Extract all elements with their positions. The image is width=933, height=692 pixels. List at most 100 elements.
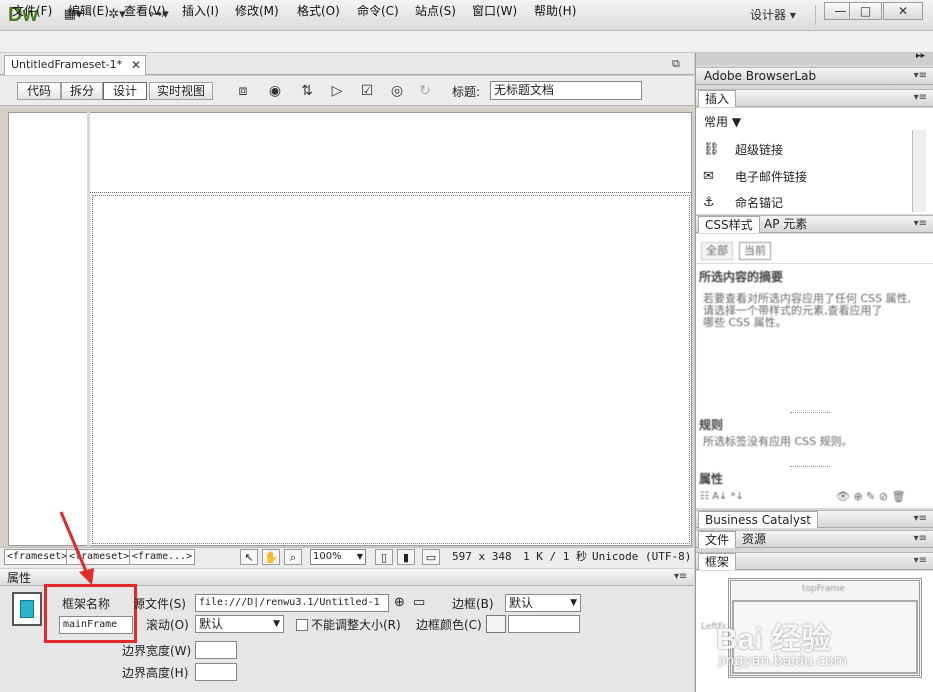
- document-tab-label: UntitledFrameset-1*: [11, 58, 123, 71]
- menu-site[interactable]: 站点(S): [415, 3, 456, 19]
- insert-scrollbar[interactable]: [912, 130, 926, 212]
- hand-icon[interactable]: ✋: [262, 549, 280, 565]
- border-color-label: 边框颜色(C): [416, 618, 482, 632]
- check-browser-icon[interactable]: ☑: [354, 81, 380, 101]
- panel-menu-icon[interactable]: ▾≡: [674, 571, 687, 582]
- tag-selector-frame[interactable]: <frame...>: [129, 549, 196, 565]
- category-view-icon[interactable]: ☷ A↓ *↓: [700, 490, 744, 504]
- border-color-input[interactable]: [508, 615, 580, 633]
- mobile-size-icon[interactable]: ▯: [375, 549, 393, 565]
- panel-menu-icon[interactable]: ▾≡: [914, 70, 927, 81]
- assets-tab[interactable]: 资源: [736, 531, 772, 548]
- frame-icon: [12, 592, 42, 626]
- document-tab[interactable]: UntitledFrameset-1* ✕: [4, 55, 146, 75]
- margin-height-input[interactable]: [195, 663, 237, 681]
- hyperlink-icon: ⛓: [703, 142, 720, 157]
- menu-format[interactable]: 格式(O): [297, 3, 340, 19]
- tablet-size-icon[interactable]: ▮: [397, 549, 415, 565]
- close-icon[interactable]: ✕: [131, 56, 141, 74]
- title-input[interactable]: 无标题文档: [490, 81, 642, 100]
- css-header: CSS样式 AP 元素 ▾≡: [696, 215, 933, 233]
- menu-edit[interactable]: 编辑(E): [68, 3, 109, 19]
- folder-icon[interactable]: ▭: [413, 595, 425, 610]
- src-label: 源文件(S): [133, 597, 186, 611]
- margin-width-input[interactable]: [195, 641, 237, 659]
- css-styles-tab[interactable]: CSS样式: [698, 216, 760, 233]
- visual-aids-icon[interactable]: ◎: [384, 81, 410, 101]
- files-header: 文件 资源 ▾≡: [696, 530, 933, 548]
- encoding: Unicode (UTF-8): [592, 550, 692, 563]
- baidu-watermark-url: jingyan.baidu.com: [718, 653, 848, 669]
- main-frame[interactable]: [92, 195, 690, 544]
- file-management-icon[interactable]: ⇅: [294, 81, 320, 101]
- css-all-button[interactable]: 全部: [701, 242, 733, 260]
- workspace-switcher[interactable]: 设计器 ▾: [750, 5, 816, 25]
- menu-bar: [0, 31, 933, 53]
- chevron-down-icon: ▾: [789, 8, 796, 22]
- scroll-label: 滚动(O): [146, 618, 189, 632]
- border-color-swatch[interactable]: [486, 615, 506, 633]
- files-tab[interactable]: 文件: [698, 531, 737, 548]
- frames-tab[interactable]: 框架: [698, 553, 737, 570]
- multiscreen-icon[interactable]: ⧈: [230, 81, 256, 101]
- panel-menu-icon[interactable]: ▾≡: [914, 533, 927, 544]
- top-frame-label: topFrame: [802, 584, 845, 594]
- panel-menu-icon[interactable]: ▾≡: [914, 218, 927, 229]
- zoom-icon[interactable]: ⌕: [284, 549, 302, 565]
- maximize-button[interactable]: □: [849, 2, 882, 20]
- menu-insert[interactable]: 插入(I): [182, 3, 219, 19]
- refresh-icon[interactable]: ↻: [412, 81, 438, 101]
- browserlab-tab[interactable]: Adobe BrowserLab: [698, 68, 822, 85]
- splitter-handle[interactable]: [790, 412, 830, 413]
- panel-menu-icon[interactable]: ▾≡: [914, 513, 927, 524]
- menu-view[interactable]: 查看(V): [124, 3, 166, 19]
- menu-modify[interactable]: 修改(M): [235, 3, 279, 19]
- css-current-button[interactable]: 当前: [739, 242, 771, 260]
- noresize-checkbox[interactable]: [296, 619, 308, 631]
- panel-collapse-strip[interactable]: ▸▸: [696, 51, 933, 65]
- chevron-down-icon: ▼: [570, 598, 577, 608]
- pointer-icon[interactable]: ↖: [240, 549, 258, 565]
- panel-menu-icon[interactable]: ▾≡: [914, 92, 927, 103]
- rules-title: 规则: [699, 418, 724, 432]
- rules-text: 所选标签没有应用 CSS 规则。: [703, 435, 853, 448]
- insert-email-link[interactable]: 电子邮件链接: [735, 169, 807, 185]
- left-frame[interactable]: [8, 112, 90, 546]
- menu-help[interactable]: 帮助(H): [534, 3, 576, 19]
- zoom-select[interactable]: 100% ▼: [310, 549, 366, 565]
- scroll-select[interactable]: 默认 ▼: [195, 615, 284, 633]
- insert-tab[interactable]: 插入: [698, 90, 737, 107]
- point-to-file-icon[interactable]: ⊕: [394, 595, 405, 610]
- design-view-button[interactable]: 设计: [103, 82, 147, 100]
- chevron-down-icon: ▼: [731, 115, 742, 129]
- desktop-size-icon[interactable]: ▭: [422, 549, 440, 565]
- chevron-down-icon: ▼: [273, 619, 280, 629]
- restore-icon[interactable]: ⧉: [672, 57, 680, 71]
- panel-menu-icon[interactable]: ▾≡: [914, 555, 927, 566]
- border-select[interactable]: 默认 ▼: [505, 594, 581, 612]
- code-view-button[interactable]: 代码: [17, 82, 61, 100]
- business-catalyst-tab[interactable]: Business Catalyst: [698, 511, 818, 528]
- ap-elements-tab[interactable]: AP 元素: [758, 216, 813, 233]
- live-view-button[interactable]: 实时视图: [149, 82, 213, 100]
- menu-file[interactable]: 文件(F): [12, 3, 52, 19]
- properties-tab[interactable]: 属性: [7, 571, 31, 585]
- close-button[interactable]: ✕: [883, 2, 923, 20]
- window-size[interactable]: 597 x 348: [452, 550, 512, 564]
- src-input[interactable]: file:///D|/renwu3.1/Untitled-1: [195, 594, 389, 612]
- frame-divider[interactable]: [90, 192, 691, 193]
- menu-window[interactable]: 窗口(W): [472, 3, 517, 19]
- frames-header: 框架 ▾≡: [696, 552, 933, 570]
- css-action-icons[interactable]: 👁 ⊕ ✎ ⊘ 🗑: [836, 490, 906, 504]
- insert-named-anchor[interactable]: 命名锚记: [735, 195, 783, 211]
- w3c-validation-icon[interactable]: ▷: [324, 81, 350, 101]
- split-view-button[interactable]: 拆分: [61, 82, 103, 100]
- splitter-handle-2[interactable]: [790, 466, 830, 467]
- properties-title: 属性: [699, 472, 724, 486]
- insert-hyperlink[interactable]: 超级链接: [735, 142, 783, 158]
- highlight-annotation: [44, 584, 137, 643]
- preview-browser-icon[interactable]: ◉: [262, 81, 288, 101]
- menu-commands[interactable]: 命令(C): [357, 3, 399, 19]
- insert-category-select[interactable]: 常用 ▼: [704, 115, 741, 129]
- css-summary-text-3: 哪些 CSS 属性。: [703, 316, 787, 329]
